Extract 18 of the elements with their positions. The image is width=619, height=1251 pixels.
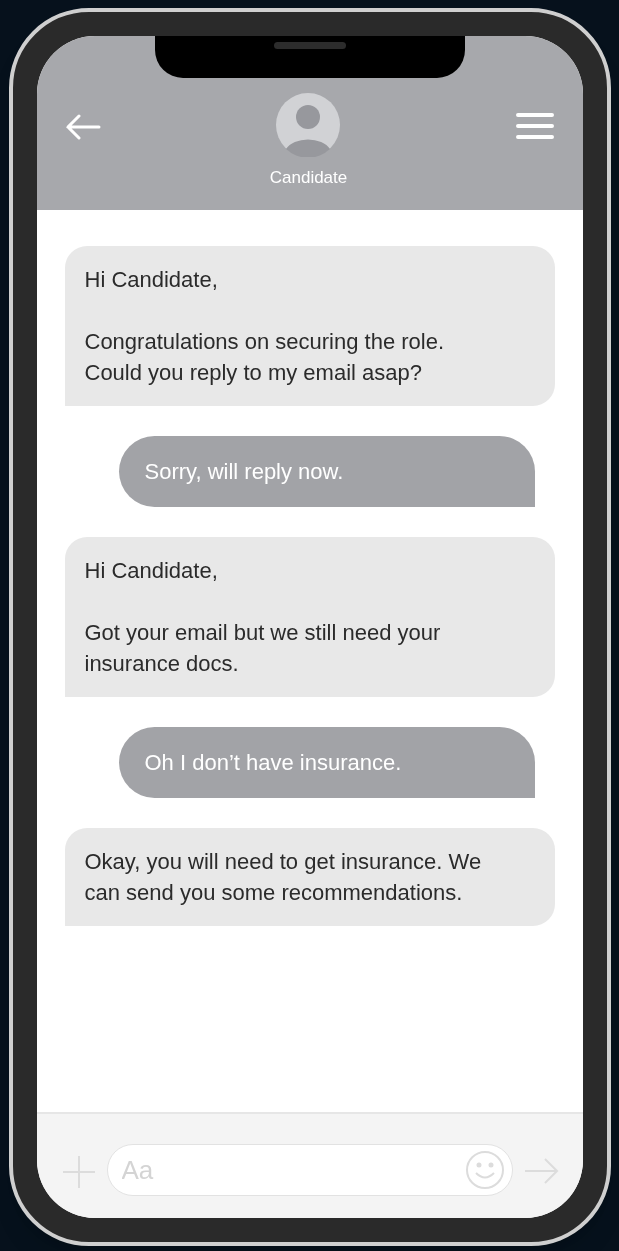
menu-button[interactable] [516, 112, 555, 140]
message-text: Sorry, will reply now. [144, 458, 345, 486]
message-text: Congratulations on securing the role. Could you reply to my email asap? [84, 328, 446, 387]
smiley-icon[interactable] [464, 1150, 505, 1190]
message-text: Oh I don’t have insurance. [144, 749, 403, 777]
contact-name: Candidate [269, 166, 348, 189]
plus-icon [60, 1154, 97, 1190]
message-text: Okay, you will need to get insurance. We can send you some recommendations. [84, 848, 483, 907]
send-arrow-icon [522, 1156, 559, 1186]
back-button[interactable] [64, 114, 101, 140]
message-text: Hi Candidate, [84, 557, 219, 585]
menu-icon [516, 112, 555, 140]
avatar-icon [276, 92, 341, 157]
message-text: Got your email but we still need your insurance docs. [84, 619, 442, 678]
send-button[interactable] [522, 1156, 559, 1186]
back-arrow-icon [64, 114, 101, 140]
message-text: Hi Candidate, [84, 266, 219, 294]
add-button[interactable] [60, 1154, 97, 1190]
